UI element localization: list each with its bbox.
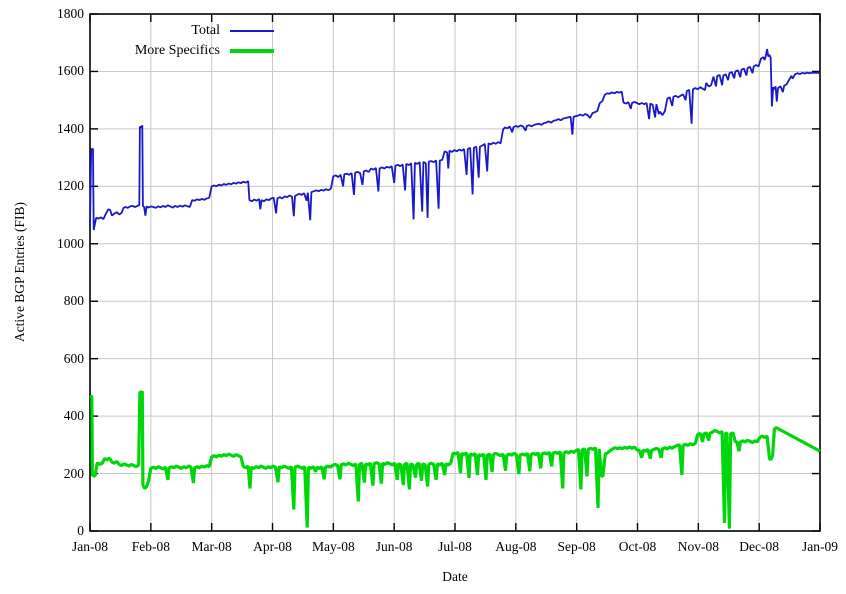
x-tick-label: Feb-08 — [119, 539, 183, 555]
y-tick-label: 800 — [34, 293, 84, 309]
x-tick-label: Sep-08 — [545, 539, 609, 555]
x-tick-label: Jan-08 — [58, 539, 122, 555]
x-tick-label: Dec-08 — [727, 539, 791, 555]
x-tick-label: Mar-08 — [180, 539, 244, 555]
x-tick-label: Jun-08 — [362, 539, 426, 555]
legend-line-sample — [230, 49, 274, 52]
y-tick-label: 1200 — [34, 178, 84, 194]
y-tick-label: 1600 — [34, 63, 84, 79]
x-tick-label: Jul-08 — [423, 539, 487, 555]
x-axis-title: Date — [442, 569, 467, 585]
y-tick-label: 600 — [34, 351, 84, 367]
x-tick-label: May-08 — [301, 539, 365, 555]
legend-line-sample — [230, 30, 274, 32]
legend: Total More Specifics — [112, 21, 274, 61]
y-axis-title: Active BGP Entries (FIB) — [12, 202, 28, 342]
legend-item-more-specifics: More Specifics — [112, 41, 274, 61]
legend-label: More Specifics — [112, 43, 230, 59]
y-tick-label: 1000 — [34, 236, 84, 252]
legend-label: Total — [112, 23, 230, 39]
y-tick-label: 1400 — [34, 121, 84, 137]
x-tick-label: Jan-09 — [788, 539, 846, 555]
y-tick-label: 1800 — [34, 6, 84, 22]
y-tick-label: 0 — [34, 523, 84, 539]
legend-item-total: Total — [112, 21, 274, 41]
x-tick-label: Apr-08 — [241, 539, 305, 555]
x-tick-label: Aug-08 — [484, 539, 548, 555]
y-tick-label: 200 — [34, 466, 84, 482]
y-tick-label: 400 — [34, 408, 84, 424]
x-tick-label: Oct-08 — [606, 539, 670, 555]
chart-svg — [0, 0, 846, 594]
x-tick-label: Nov-08 — [666, 539, 730, 555]
bgp-active-entries-chart: 0 200 400 600 800 1000 1200 1400 1600 1800 Jan-08… — [0, 0, 846, 594]
